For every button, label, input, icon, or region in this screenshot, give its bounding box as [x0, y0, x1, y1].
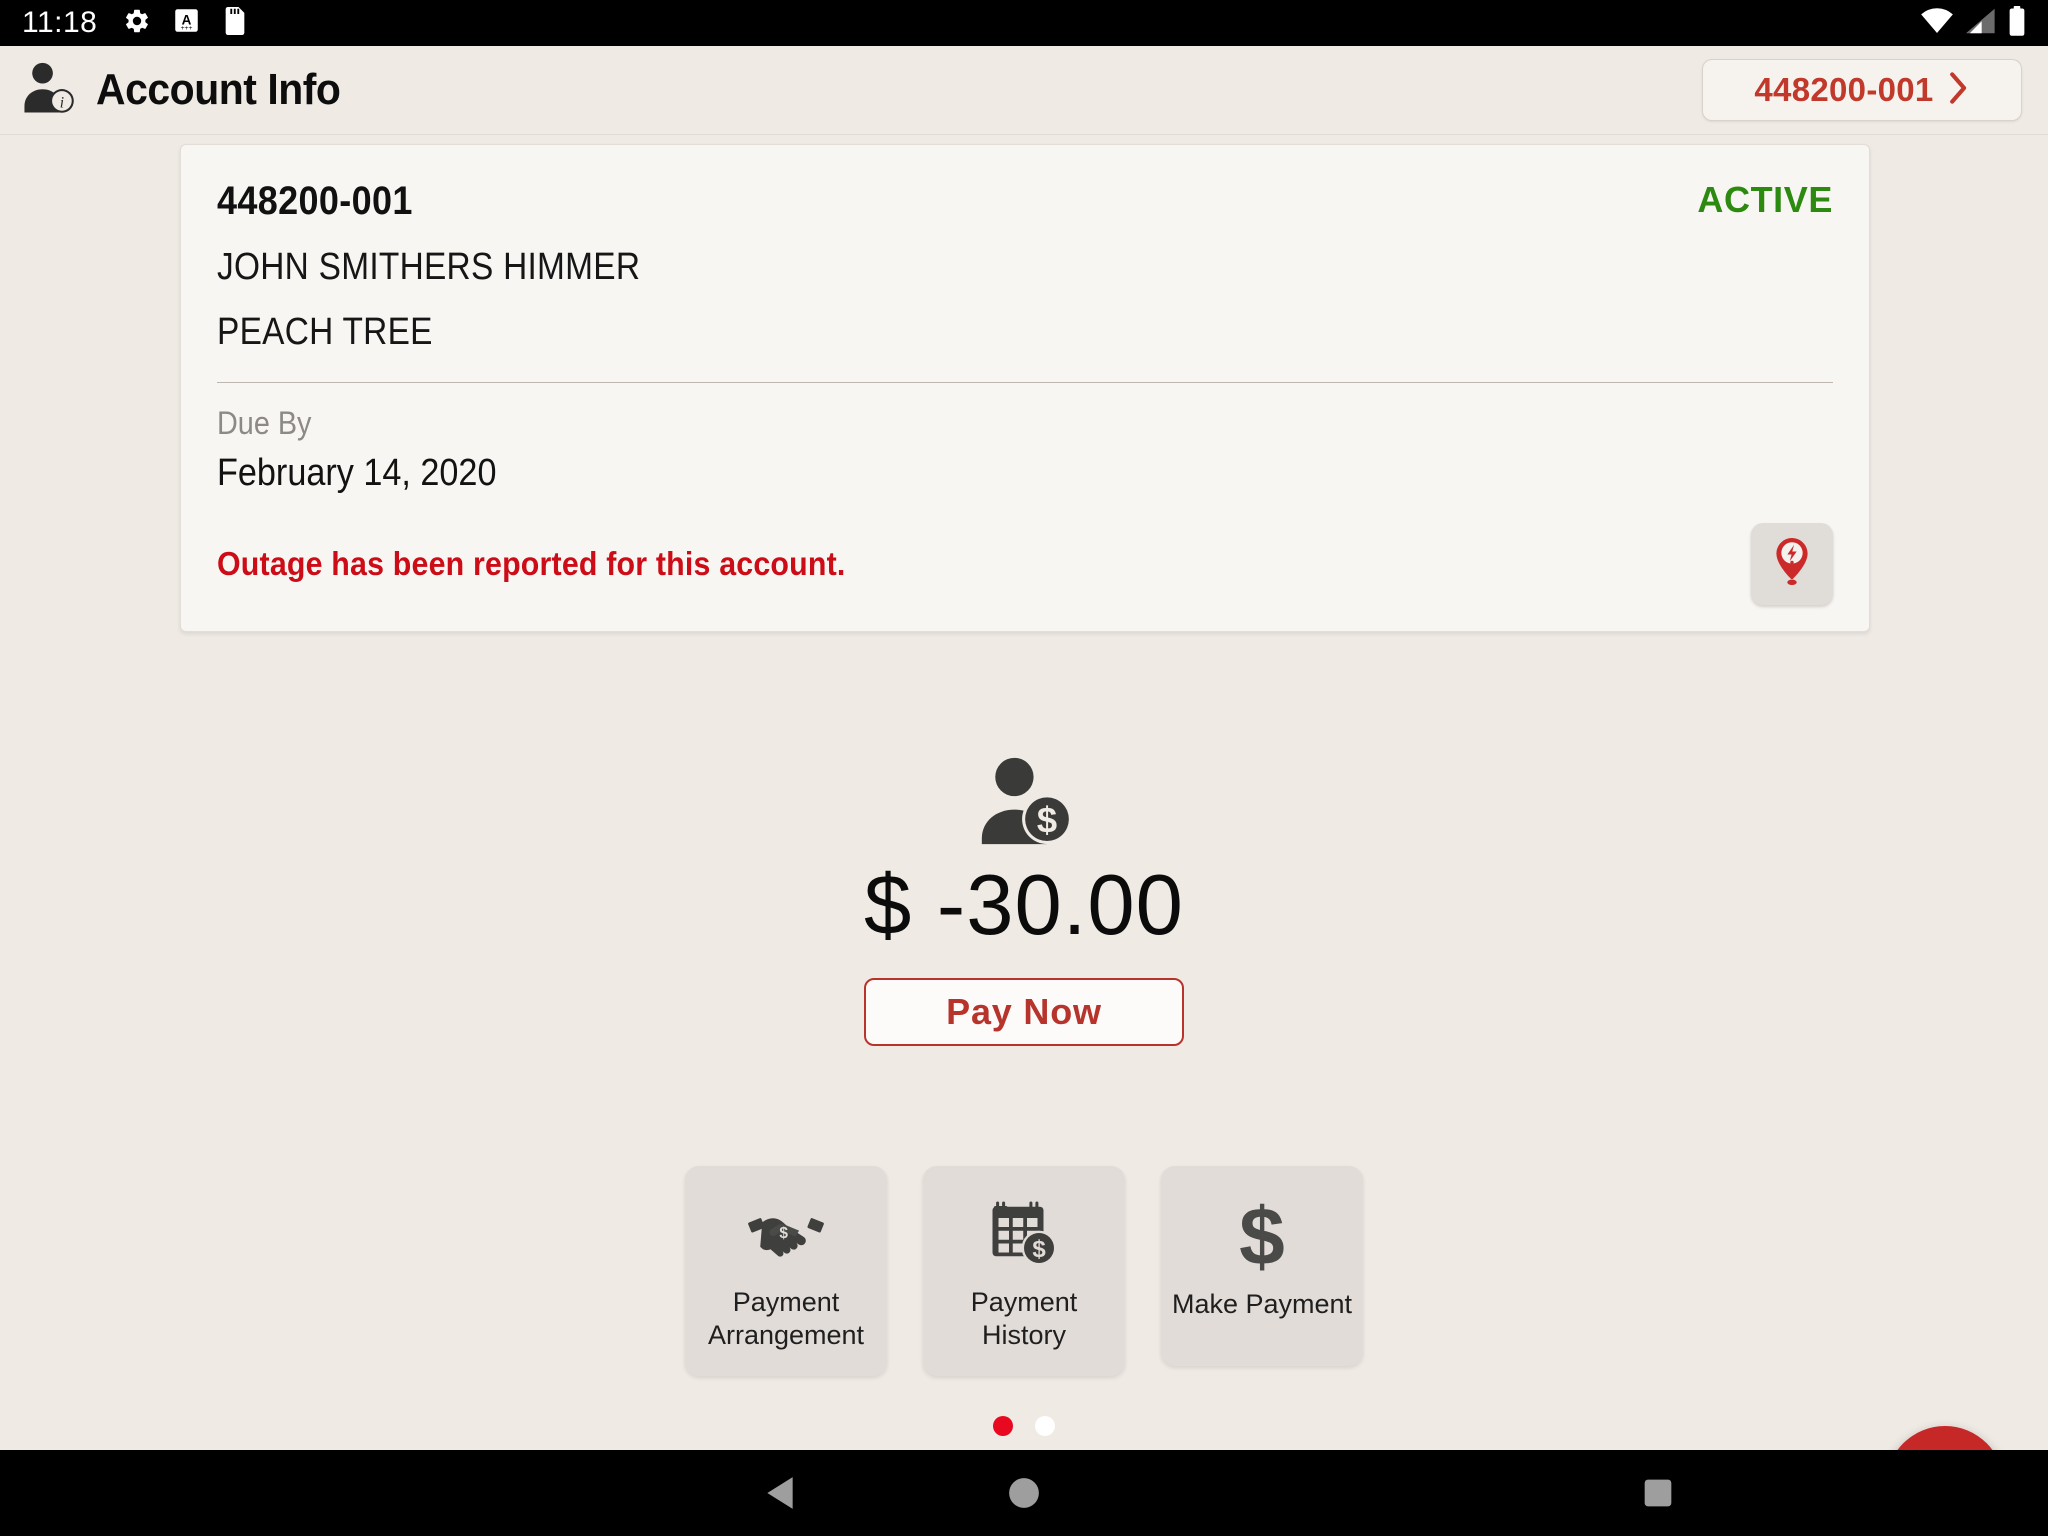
dollar-sign-icon: $ [1234, 1194, 1290, 1276]
status-bar-system-icons [1920, 5, 2026, 41]
due-by-date: February 14, 2020 [217, 452, 497, 494]
recents-square-icon[interactable] [1598, 1450, 1718, 1536]
header-left-group: i Account Info [18, 57, 359, 124]
svg-text:$: $ [1032, 1236, 1046, 1263]
outage-message: Outage has been reported for this accoun… [217, 545, 846, 582]
status-bar-notification-icons: A +++ [123, 6, 248, 40]
pager-dot-active[interactable] [993, 1416, 1013, 1436]
main-content: 448200-001 ACTIVE JOHN SMITHERS HIMMER P… [0, 134, 2048, 1450]
card-divider [217, 382, 1833, 383]
svg-text:i: i [60, 94, 64, 111]
outage-pin-icon [1768, 536, 1816, 593]
card-header-row: 448200-001 ACTIVE [217, 179, 1833, 224]
pay-now-label: Pay Now [946, 991, 1102, 1033]
svg-text:+++: +++ [181, 25, 193, 32]
wifi-icon [1920, 7, 1954, 39]
account-balance-amount: $ -30.00 [864, 858, 1184, 953]
back-triangle-icon[interactable] [720, 1450, 840, 1536]
tile-label: Make Payment [1171, 1289, 1353, 1319]
tile-payment-arrangement[interactable]: $ Payment Arrangement [685, 1166, 887, 1376]
card-account-number: 448200-001 [217, 179, 413, 223]
due-by-label: Due By [217, 405, 312, 441]
tile-label: Payment History [970, 1287, 1078, 1350]
outage-row: Outage has been reported for this accoun… [217, 523, 1833, 605]
service-address: PEACH TREE [217, 311, 433, 353]
battery-icon [2008, 5, 2026, 41]
account-info-icon: i [18, 57, 80, 124]
quick-action-tiles: $ Payment Arrangement $ Payment History … [0, 1166, 2048, 1376]
svg-text:$: $ [779, 1225, 788, 1242]
status-bar-clock: 11:18 [22, 6, 98, 39]
balance-section: $ $ -30.00 Pay Now [0, 754, 2048, 1047]
tile-payment-history[interactable]: $ Payment History [923, 1166, 1125, 1376]
calendar-dollar-icon: $ [987, 1192, 1061, 1274]
tile-label: Payment Arrangement [707, 1287, 865, 1350]
status-bar: 11:18 A +++ [0, 0, 2048, 46]
outage-report-button[interactable] [1751, 523, 1833, 605]
chevron-right-icon [1948, 71, 1970, 110]
app-header: i Account Info 448200-001 [0, 46, 2048, 134]
cellular-signal-icon [1966, 8, 1996, 39]
home-circle-icon[interactable] [964, 1450, 1084, 1536]
customer-name: JOHN SMITHERS HIMMER [217, 246, 641, 288]
account-summary-card[interactable]: 448200-001 ACTIVE JOHN SMITHERS HIMMER P… [180, 144, 1870, 632]
tile-make-payment[interactable]: $ Make Payment [1161, 1166, 1363, 1366]
pager-dots[interactable] [0, 1416, 2048, 1436]
svg-text:$: $ [1037, 800, 1057, 841]
page-title: Account Info [96, 65, 341, 114]
gear-icon [123, 7, 151, 40]
android-navigation-bar [0, 1450, 2048, 1536]
svg-text:$: $ [1239, 1194, 1285, 1276]
pay-now-button[interactable]: Pay Now [864, 978, 1184, 1047]
app-screen: 11:18 A +++ i Account Info 448200-001 44… [0, 0, 2048, 1536]
account-selector-button[interactable]: 448200-001 [1702, 59, 2022, 121]
status-badge: ACTIVE [1697, 179, 1833, 220]
account-selector-label: 448200-001 [1754, 71, 1934, 108]
customer-balance-icon: $ [974, 754, 1074, 851]
sd-card-icon [222, 6, 248, 40]
handshake-dollar-icon: $ [748, 1192, 824, 1274]
pager-dot[interactable] [1035, 1416, 1055, 1436]
a-font-icon: A +++ [173, 7, 200, 39]
